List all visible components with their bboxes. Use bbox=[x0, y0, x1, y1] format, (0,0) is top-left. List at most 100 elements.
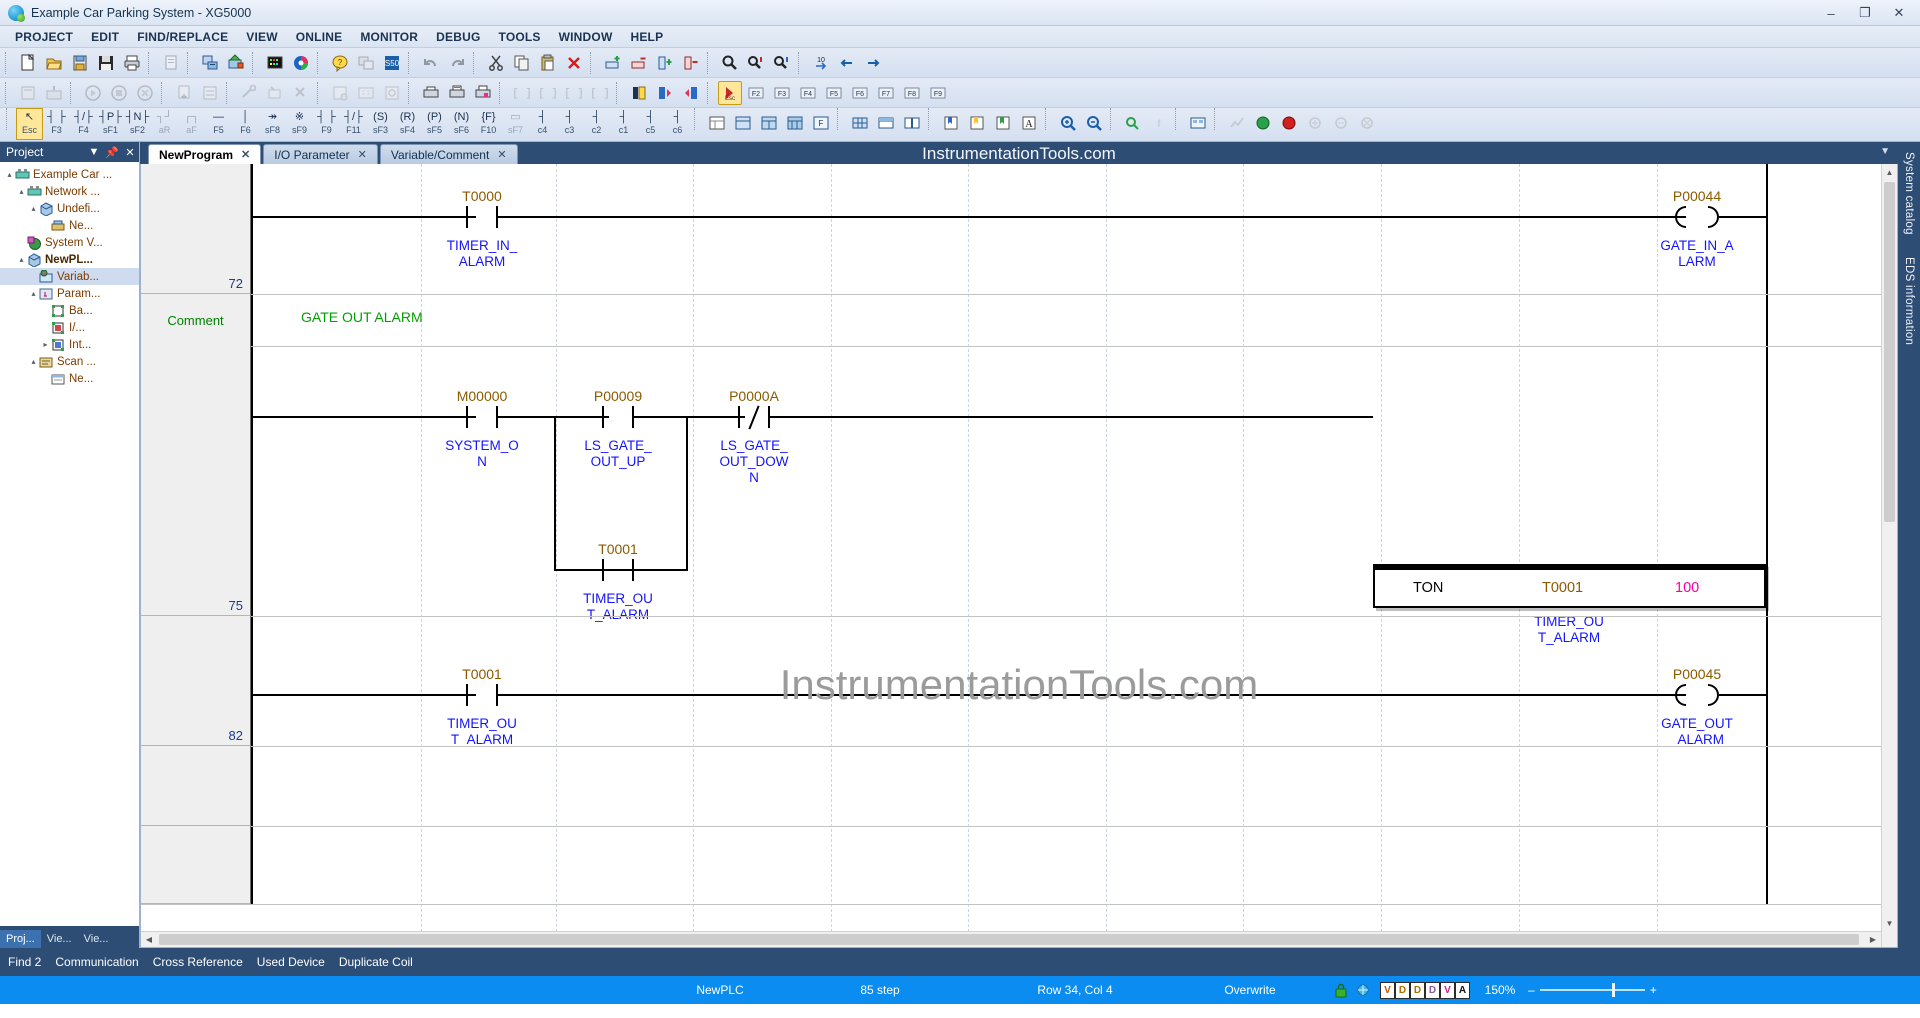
tree-item-system-v[interactable]: System V... bbox=[0, 234, 139, 251]
f9-key-icon[interactable]: F9 bbox=[926, 81, 950, 105]
contact-normally-open[interactable] bbox=[466, 206, 498, 228]
tree-expander-icon[interactable]: ▴ bbox=[28, 289, 39, 298]
tool-normally-closed-contact-tool[interactable]: ┤/├ F4 bbox=[70, 108, 97, 140]
print-icon[interactable] bbox=[120, 51, 144, 75]
close-icon[interactable]: ✕ bbox=[358, 148, 367, 161]
monitor-grid-icon[interactable] bbox=[1186, 111, 1210, 135]
find-prev-icon[interactable] bbox=[770, 51, 794, 75]
tag-help-icon[interactable] bbox=[354, 51, 378, 75]
menu-monitor[interactable]: MONITOR bbox=[351, 28, 427, 46]
status-edit-mode[interactable]: Overwrite bbox=[1170, 976, 1330, 1004]
view-variable-comment-icon[interactable]: V bbox=[1440, 981, 1455, 999]
device-comment-view-icon[interactable] bbox=[757, 111, 781, 135]
output-coil[interactable] bbox=[1675, 206, 1719, 228]
contact-normally-open[interactable] bbox=[466, 406, 498, 428]
tool-positive-transition-contact-tool[interactable]: ┤P├ sF1 bbox=[97, 108, 124, 140]
tool-instruction-box-tool[interactable]: ▭ sF7 bbox=[502, 108, 529, 140]
delete-column-icon[interactable] bbox=[679, 51, 703, 75]
horizontal-scrollbar[interactable]: ◀ ▶ bbox=[141, 931, 1881, 947]
tab-io-parameter[interactable]: I/O Parameter ✕ bbox=[263, 144, 378, 164]
tree-item-scan[interactable]: ▴ Scan ... bbox=[0, 353, 139, 370]
cut-icon[interactable] bbox=[484, 51, 508, 75]
output-coil[interactable] bbox=[1675, 684, 1719, 706]
minimize-button[interactable]: – bbox=[1814, 2, 1848, 24]
print-range-icon[interactable] bbox=[445, 81, 469, 105]
tool-coil-tool[interactable]: ┤ ├ F9 bbox=[313, 108, 340, 140]
dock-tab-system-catalog[interactable]: System catalog bbox=[1901, 148, 1917, 239]
menu-online[interactable]: ONLINE bbox=[287, 28, 352, 46]
menu-help[interactable]: HELP bbox=[621, 28, 672, 46]
tool-line-delete-tool[interactable]: ↠ sF8 bbox=[259, 108, 286, 140]
tree-item-int[interactable]: ▸ Int... bbox=[0, 336, 139, 353]
close-icon[interactable]: ✕ bbox=[497, 148, 506, 161]
lock-icon[interactable] bbox=[1332, 982, 1350, 999]
bookmark-next-icon[interactable] bbox=[653, 81, 677, 105]
bookmark-prev-icon[interactable] bbox=[679, 81, 703, 105]
pin-icon[interactable]: 📌 bbox=[103, 146, 121, 159]
zoom-in-icon[interactable] bbox=[1056, 111, 1080, 135]
device-view-icon[interactable] bbox=[731, 111, 755, 135]
read-from-plc-icon[interactable] bbox=[172, 81, 196, 105]
s50-icon[interactable]: S50 bbox=[380, 51, 404, 75]
branch-contact-normally-open[interactable] bbox=[602, 559, 634, 581]
horizontal-scroll-thumb[interactable] bbox=[159, 934, 1859, 945]
tree-expander-icon[interactable]: ▴ bbox=[28, 357, 39, 366]
row-header[interactable]: 72 bbox=[141, 164, 251, 294]
project-tree[interactable]: ▴ Example Car ... ▴ Network ... ▴ Undefi... Ne… bbox=[0, 162, 139, 926]
clear-force-icon[interactable] bbox=[289, 81, 313, 105]
bookmark-toggle-icon[interactable] bbox=[627, 81, 651, 105]
tool-subroutine-tool[interactable]: ┤ c5 bbox=[637, 108, 664, 140]
tree-item-network[interactable]: ▴ Network ... bbox=[0, 183, 139, 200]
skip-io-icon[interactable] bbox=[263, 81, 287, 105]
menu-edit[interactable]: EDIT bbox=[82, 28, 128, 46]
connection-icon[interactable] bbox=[1354, 982, 1372, 999]
forward-arrow-icon[interactable] bbox=[861, 51, 885, 75]
delete-row-icon[interactable] bbox=[627, 51, 651, 75]
function-block-ton-body[interactable]: TON T0001 100 bbox=[1373, 568, 1766, 608]
output-tab-communication[interactable]: Communication bbox=[55, 955, 138, 969]
tree-item-newpl[interactable]: ▴ NewPL... bbox=[0, 251, 139, 268]
breakpoint-icon[interactable] bbox=[328, 81, 352, 105]
find-device-icon[interactable] bbox=[1121, 111, 1145, 135]
zoom-thumb[interactable] bbox=[1611, 983, 1615, 997]
variable-view-icon[interactable] bbox=[705, 111, 729, 135]
menu-tools[interactable]: TOOLS bbox=[490, 28, 550, 46]
tool-negated-coil-tool[interactable]: ┤/├ F11 bbox=[340, 108, 367, 140]
tree-expander-icon[interactable]: ▴ bbox=[16, 187, 27, 196]
close-button[interactable]: ✕ bbox=[1882, 2, 1916, 24]
save-as-icon[interactable] bbox=[68, 51, 92, 75]
f8-key-icon[interactable]: F8 bbox=[900, 81, 924, 105]
tool-jump-tool[interactable]: ┤ c3 bbox=[556, 108, 583, 140]
tool-horizontal-line-tool[interactable]: — F5 bbox=[205, 108, 232, 140]
back-arrow-icon[interactable] bbox=[835, 51, 859, 75]
run-icon[interactable] bbox=[81, 81, 105, 105]
debug-run-icon[interactable] bbox=[380, 81, 404, 105]
contact-normally-open[interactable] bbox=[466, 684, 498, 706]
device-variable-view-icon[interactable] bbox=[783, 111, 807, 135]
tree-item-variab[interactable]: Variab... bbox=[0, 268, 139, 285]
f7-key-icon[interactable]: F7 bbox=[874, 81, 898, 105]
output-tab-cross-reference[interactable]: Cross Reference bbox=[153, 955, 243, 969]
contact-normally-closed[interactable] bbox=[738, 405, 770, 430]
view-device-comment-icon[interactable]: D bbox=[1425, 981, 1440, 999]
insert-column-icon[interactable] bbox=[653, 51, 677, 75]
bracket-1-icon[interactable]: [ ] bbox=[510, 81, 534, 105]
row-header[interactable] bbox=[141, 826, 251, 904]
zoom-in-button[interactable]: + bbox=[1650, 983, 1657, 997]
tool-falling-pulse-tool[interactable]: ┌┐ aF bbox=[178, 108, 205, 140]
watch-remove-icon[interactable] bbox=[1329, 111, 1353, 135]
view-variable-icon[interactable]: V bbox=[1380, 981, 1395, 999]
save-icon[interactable] bbox=[94, 51, 118, 75]
connect-plc-icon[interactable] bbox=[198, 51, 222, 75]
f2-key-icon[interactable]: F2 bbox=[744, 81, 768, 105]
zoom-slider[interactable]: – + bbox=[1528, 983, 1657, 997]
status-error-icon[interactable] bbox=[1277, 111, 1301, 135]
scroll-right-arrow[interactable]: ▶ bbox=[1865, 932, 1881, 947]
help-bubble-icon[interactable]: ? bbox=[328, 51, 352, 75]
find-next-icon[interactable] bbox=[744, 51, 768, 75]
row-header[interactable]: 75 bbox=[141, 346, 251, 616]
pause-icon[interactable] bbox=[133, 81, 157, 105]
tree-expander-icon[interactable]: ▴ bbox=[28, 204, 39, 213]
view-device-icon[interactable]: D bbox=[1395, 981, 1410, 999]
trend-icon[interactable] bbox=[1225, 111, 1249, 135]
